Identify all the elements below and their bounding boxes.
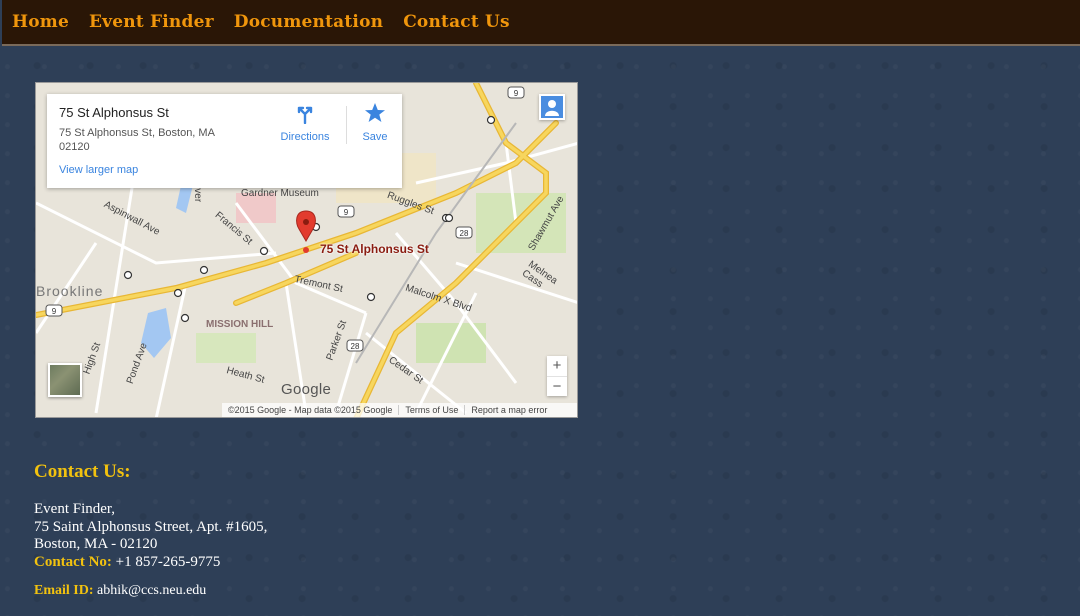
route-28-shield-bottom: 28 [351,342,360,351]
top-navbar: Home Event Finder Documentation Contact … [2,0,1080,46]
phone-label: Contact No: [34,553,112,570]
directions-label: Directions [280,131,330,143]
place-address: 75 St Alphonsus St, Boston, MA 02120 [59,127,215,153]
place-info-card: 75 St Alphonsus St 75 St Alphonsus St, B… [47,94,402,188]
pegman-icon [541,96,563,118]
label-mission-hill: MISSION HILL [206,319,274,330]
contact-heading: Contact Us: [34,461,131,482]
route-28-shield-right: 28 [460,229,469,238]
phone-value: +1 857-265-9775 [115,553,221,570]
card-divider [346,106,347,144]
save-label: Save [362,131,388,143]
street-view-pegman-button[interactable] [539,94,565,120]
label-gardner-museum: Gardner Museum [241,188,319,199]
email-label: Email ID: [34,583,94,598]
zoom-control: + − [547,356,567,396]
zoom-out-button[interactable]: − [547,376,567,397]
star-icon [365,103,385,122]
contact-city: Boston, MA - 02120 [34,536,158,552]
email-value[interactable]: abhik@ccs.neu.edu [97,583,206,598]
directions-icon [297,106,313,125]
map-attribution-bar: ©2015 Google - Map data ©2015 Google Ter… [222,403,577,417]
contact-org: Event Finder, [34,501,116,517]
route-9-shield-top: 9 [514,89,519,98]
nav-contact-us[interactable]: Contact Us [403,12,510,32]
contact-phone-row: Contact No: +1 857-265-9775 [34,554,267,572]
contact-street: 75 Saint Alphonsus Street, Apt. #1605, [34,518,268,535]
contact-email-row: Email ID: abhik@ccs.neu.edu [34,583,206,599]
place-title: 75 St Alphonsus St [59,105,169,120]
label-brookline: Brookline [36,283,104,299]
google-logo: Google [281,381,332,398]
satellite-toggle-thumbnail[interactable] [48,363,82,397]
route-9-shield-left: 9 [52,307,57,316]
nav-documentation[interactable]: Documentation [234,12,383,32]
directions-button[interactable]: Directions [275,102,335,143]
terms-of-use-link[interactable]: Terms of Use [398,405,464,415]
map-copyright: ©2015 Google - Map data ©2015 Google [228,405,393,415]
nav-home[interactable]: Home [12,12,69,32]
report-map-error-link[interactable]: Report a map error [464,405,553,415]
route-9-shield-mid: 9 [344,208,349,217]
embedded-map[interactable]: 9 9 9 28 28 Gardner Museum Ruggles St Fr… [35,82,578,418]
marker-label: 75 St Alphonsus St [320,242,429,256]
zoom-in-button[interactable]: + [547,356,567,376]
save-button[interactable]: Save [357,102,393,143]
view-larger-map-link[interactable]: View larger map [59,164,138,176]
nav-event-finder[interactable]: Event Finder [89,12,214,32]
contact-address-block: Event Finder, 75 Saint Alphonsus Street,… [34,501,267,571]
